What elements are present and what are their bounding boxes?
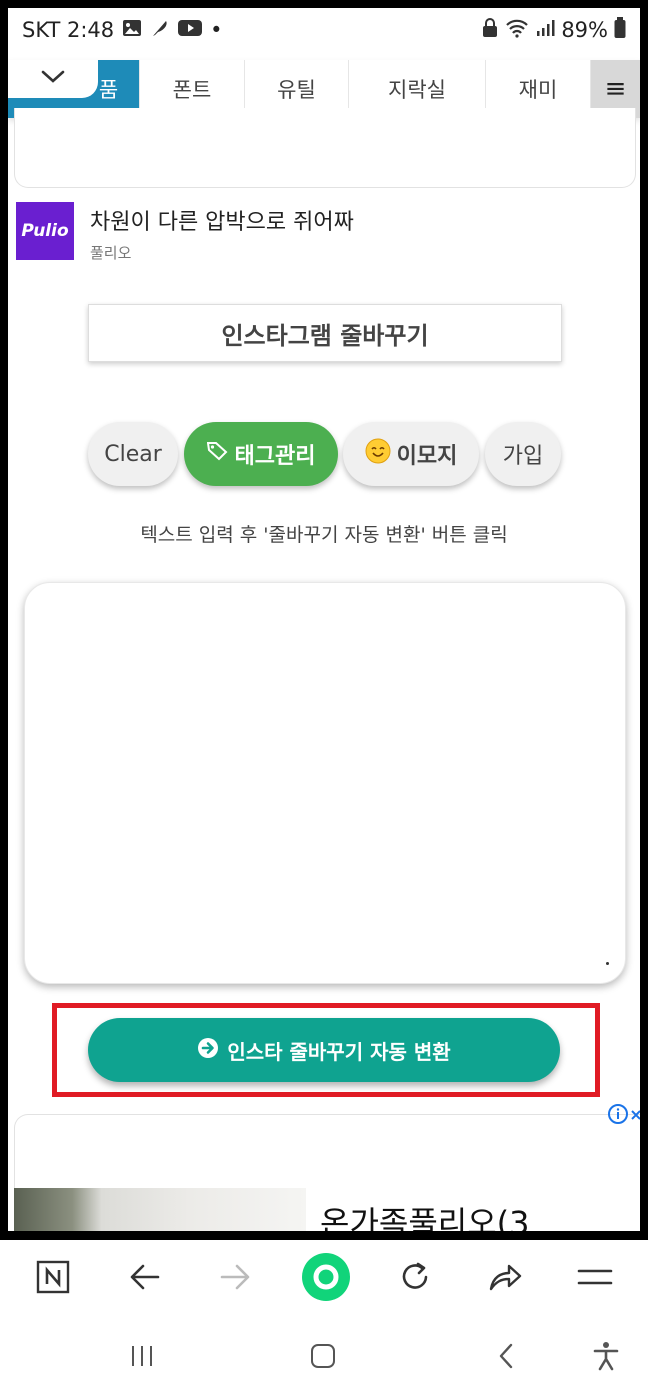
browser-toolbar (0, 1240, 648, 1314)
instruction-text: 텍스트 입력 후 '줄바꾸기 자동 변환' 버튼 클릭 (140, 524, 508, 546)
accessibility-icon[interactable] (586, 1336, 626, 1376)
page-title: 인스타그램 줄바꾸기 (88, 304, 562, 362)
tag-manage-button[interactable]: 태그관리 (184, 422, 338, 486)
promo-text: 차원이 다른 압박으로 쥐어짜 풀리오 (90, 202, 354, 263)
emoji-label: 이모지 (396, 444, 458, 469)
join-button[interactable]: 가입 (485, 422, 561, 486)
system-nav-bar (0, 1314, 648, 1390)
ad-headline: 온가족풀리오(3 (320, 1204, 530, 1231)
share-icon[interactable] (482, 1254, 528, 1300)
browser-frame: SKT 2:48 • 89% 품 폰트 유틸 지락실 재미 ≡ Pulio 차원… (0, 0, 648, 1240)
status-left: SKT 2:48 • (22, 18, 223, 43)
ad-info[interactable] (608, 1104, 640, 1128)
notification-dot: • (210, 18, 223, 42)
feather-icon (150, 18, 170, 43)
signal-icon (535, 18, 555, 43)
ad-image (14, 1188, 306, 1231)
join-label: 가입 (502, 444, 544, 469)
text-input-area[interactable] (24, 582, 626, 984)
back-arrow-icon[interactable] (122, 1254, 168, 1300)
carrier-time: SKT 2:48 (22, 18, 115, 42)
promo-sub: 풀리오 (90, 244, 132, 262)
screen: SKT 2:48 • 89% 품 폰트 유틸 지락실 재미 ≡ Pulio 차원… (8, 8, 640, 1231)
wifi-icon (505, 18, 529, 43)
menu-icon[interactable] (572, 1254, 618, 1300)
emoji-button[interactable]: 이모지 (343, 422, 479, 486)
resize-dot (606, 962, 609, 965)
back-icon[interactable] (486, 1336, 526, 1376)
status-right: 89% (481, 16, 626, 44)
home-icon[interactable] (303, 1336, 343, 1376)
tab-active-label: 품 (98, 78, 119, 102)
forward-arrow-icon[interactable] (212, 1254, 258, 1300)
clear-button[interactable]: Clear (88, 422, 178, 486)
status-bar: SKT 2:48 • 89% (8, 8, 640, 52)
ad-card-top[interactable] (14, 108, 636, 188)
tag-label: 태그관리 (234, 444, 316, 469)
auto-convert-button[interactable]: 인스타 줄바꾸기 자동 변환 (88, 1018, 560, 1082)
lock-icon (481, 17, 499, 43)
close-icon (630, 1107, 640, 1126)
gallery-icon (122, 18, 142, 42)
promo-item[interactable]: Pulio 차원이 다른 압박으로 쥐어짜 풀리오 (16, 202, 354, 263)
battery-icon (614, 16, 626, 44)
naver-icon[interactable] (30, 1254, 76, 1300)
recent-apps-icon[interactable] (122, 1336, 162, 1376)
collapse-button[interactable] (8, 60, 98, 98)
info-icon (608, 1104, 628, 1128)
youtube-icon (178, 18, 203, 42)
clear-label: Clear (104, 441, 162, 467)
chevron-down-icon (40, 69, 66, 89)
battery-percent: 89% (561, 18, 608, 42)
promo-title: 차원이 다른 압박으로 쥐어짜 (90, 210, 354, 235)
smiley-icon (365, 438, 391, 470)
arrow-circle-icon (197, 1037, 219, 1064)
pulio-logo: Pulio (16, 202, 74, 260)
tag-icon (206, 441, 229, 467)
green-home-icon[interactable] (300, 1251, 352, 1303)
refresh-icon[interactable] (392, 1254, 438, 1300)
convert-label: 인스타 줄바꾸기 자동 변환 (227, 1039, 451, 1064)
